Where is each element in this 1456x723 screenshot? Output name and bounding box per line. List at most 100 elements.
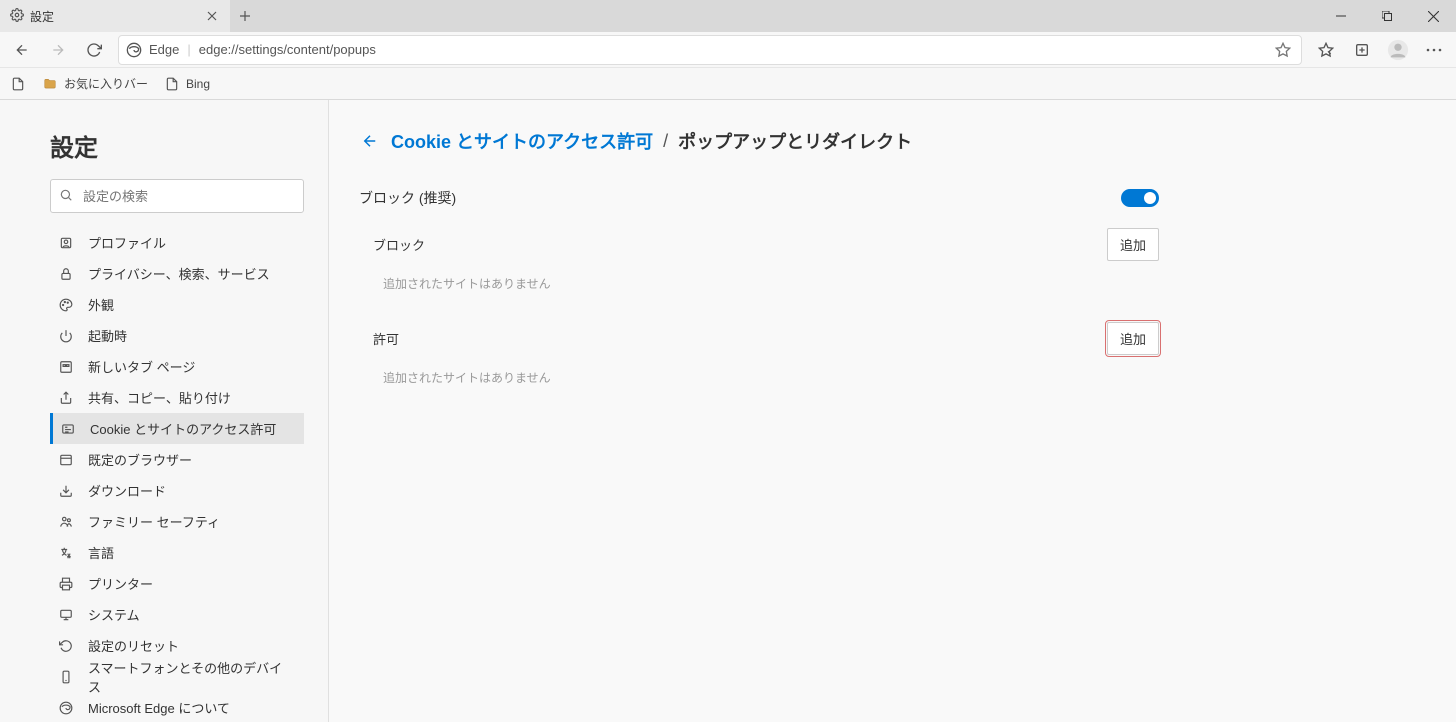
favorites-button[interactable] [1310, 35, 1342, 65]
address-url: edge://settings/content/popups [199, 42, 1269, 57]
refresh-button[interactable] [78, 35, 110, 65]
edge-icon [58, 700, 74, 716]
nav-privacy[interactable]: プライバシー、検索、サービス [48, 258, 304, 289]
printer-icon [58, 576, 74, 592]
browser-icon [58, 452, 74, 468]
nav-label: Microsoft Edge について [88, 698, 230, 717]
block-label: ブロック [373, 235, 425, 254]
nav-label: 新しいタブ ページ [88, 357, 195, 376]
settings-search[interactable] [50, 179, 304, 213]
collections-button[interactable] [1346, 35, 1378, 65]
toolbar: Edge | edge://settings/content/popups [0, 32, 1456, 68]
close-window-button[interactable] [1410, 0, 1456, 32]
page-icon [10, 76, 26, 92]
nav-label: Cookie とサイトのアクセス許可 [90, 419, 276, 438]
gear-icon [10, 8, 24, 25]
power-icon [58, 328, 74, 344]
main-panel: Cookie とサイトのアクセス許可 / ポップアップとリダイレクト ブロック … [329, 100, 1456, 722]
title-bar: 設定 [0, 0, 1456, 32]
nav-label: プリンター [88, 574, 153, 593]
new-tab-button[interactable] [230, 0, 260, 32]
allow-empty-text: 追加されたサイトはありません [373, 369, 1159, 386]
bookmark-label: お気に入りバー [64, 75, 148, 92]
nav-label: 外観 [88, 295, 114, 314]
nav-label: 設定のリセット [88, 636, 179, 655]
maximize-button[interactable] [1364, 0, 1410, 32]
address-separator: | [187, 42, 190, 57]
back-button[interactable] [6, 35, 38, 65]
add-block-button[interactable]: 追加 [1107, 228, 1159, 261]
favorite-star-button[interactable] [1269, 42, 1297, 58]
grid-icon [58, 359, 74, 375]
nav-newtab[interactable]: 新しいタブ ページ [48, 351, 304, 382]
browser-tab[interactable]: 設定 [0, 0, 230, 32]
block-toggle[interactable] [1121, 189, 1159, 207]
nav-label: ダウンロード [88, 481, 166, 500]
settings-nav: プロファイル プライバシー、検索、サービス 外観 起動時 新しいタブ ページ 共… [50, 227, 304, 723]
bookmark-item-bing[interactable]: Bing [164, 76, 210, 92]
profile-icon [58, 235, 74, 251]
nav-label: 言語 [88, 543, 114, 562]
settings-search-input[interactable] [83, 189, 295, 204]
breadcrumb-separator: / [663, 131, 668, 152]
nav-default-browser[interactable]: 既定のブラウザー [48, 444, 304, 475]
bookmark-label: Bing [186, 77, 210, 91]
search-icon [59, 188, 77, 205]
bookmark-item-blank[interactable] [10, 76, 26, 92]
nav-label: 共有、コピー、貼り付け [88, 388, 231, 407]
block-recommended-row: ブロック (推奨) [359, 182, 1159, 214]
address-bar[interactable]: Edge | edge://settings/content/popups [118, 35, 1302, 65]
share-icon [58, 390, 74, 406]
nav-label: システム [88, 605, 140, 624]
system-icon [58, 607, 74, 623]
nav-system[interactable]: システム [48, 599, 304, 630]
block-recommended-label: ブロック (推奨) [359, 188, 456, 208]
lock-icon [58, 266, 74, 282]
nav-printers[interactable]: プリンター [48, 568, 304, 599]
nav-share[interactable]: 共有、コピー、貼り付け [48, 382, 304, 413]
nav-label: スマートフォンとその他のデバイス [88, 658, 294, 696]
breadcrumb: Cookie とサイトのアクセス許可 / ポップアップとリダイレクト [359, 128, 1406, 154]
breadcrumb-back-button[interactable] [359, 130, 381, 152]
bookmarks-bar: お気に入りバー Bing [0, 68, 1456, 100]
nav-appearance[interactable]: 外観 [48, 289, 304, 320]
nav-label: プライバシー、検索、サービス [88, 264, 270, 283]
content-area: 設定 プロファイル プライバシー、検索、サービス 外観 起動時 新しいタブ ペー… [0, 100, 1456, 722]
reset-icon [58, 638, 74, 654]
more-button[interactable] [1418, 35, 1450, 65]
nav-phone[interactable]: スマートフォンとその他のデバイス [48, 661, 304, 692]
nav-reset[interactable]: 設定のリセット [48, 630, 304, 661]
profile-button[interactable] [1382, 35, 1414, 65]
nav-downloads[interactable]: ダウンロード [48, 475, 304, 506]
breadcrumb-link[interactable]: Cookie とサイトのアクセス許可 [391, 128, 653, 154]
minimize-button[interactable] [1318, 0, 1364, 32]
nav-label: 既定のブラウザー [88, 450, 192, 469]
nav-label: ファミリー セーフティ [88, 512, 220, 531]
allow-label: 許可 [373, 329, 399, 348]
bookmark-item-favorites[interactable]: お気に入りバー [42, 75, 148, 92]
block-section-row: ブロック 追加 [373, 222, 1159, 267]
download-icon [58, 483, 74, 499]
edge-logo-icon [119, 42, 149, 58]
nav-family[interactable]: ファミリー セーフティ [48, 506, 304, 537]
forward-button[interactable] [42, 35, 74, 65]
breadcrumb-current: ポップアップとリダイレクト [678, 128, 912, 154]
nav-languages[interactable]: 言語 [48, 537, 304, 568]
nav-cookies[interactable]: Cookie とサイトのアクセス許可 [50, 413, 304, 444]
add-allow-button[interactable]: 追加 [1107, 322, 1159, 355]
tab-title: 設定 [30, 8, 198, 25]
address-app-label: Edge [149, 42, 187, 57]
allow-section-row: 許可 追加 [373, 316, 1159, 361]
page-icon [164, 76, 180, 92]
block-empty-text: 追加されたサイトはありません [373, 275, 1159, 292]
nav-about[interactable]: Microsoft Edge について [48, 692, 304, 723]
nav-startup[interactable]: 起動時 [48, 320, 304, 351]
nav-label: プロファイル [88, 233, 166, 252]
close-tab-button[interactable] [204, 8, 220, 24]
nav-profile[interactable]: プロファイル [48, 227, 304, 258]
sidebar-title: 設定 [50, 128, 304, 163]
permissions-icon [60, 421, 76, 437]
language-icon [58, 545, 74, 561]
phone-icon [58, 669, 74, 685]
palette-icon [58, 297, 74, 313]
